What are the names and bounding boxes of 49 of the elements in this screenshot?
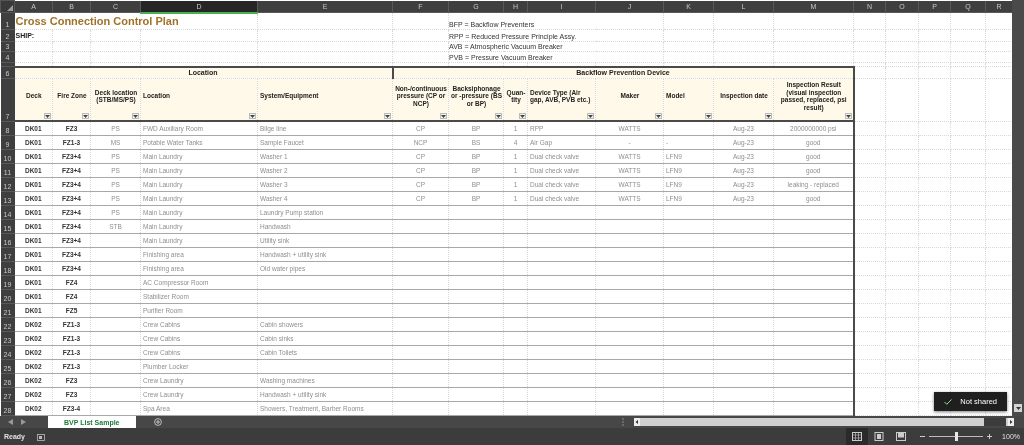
page-icon bbox=[874, 432, 885, 441]
corner-triangle-icon bbox=[7, 5, 13, 11]
filter-button[interactable] bbox=[495, 113, 502, 119]
zoom-out-icon[interactable] bbox=[920, 434, 926, 439]
filter-button[interactable] bbox=[82, 113, 89, 119]
scroll-left-icon[interactable] bbox=[633, 418, 640, 426]
caret-icon bbox=[520, 114, 525, 118]
caret-icon bbox=[250, 114, 255, 118]
filter-button[interactable] bbox=[765, 113, 772, 119]
filter-button[interactable] bbox=[440, 113, 447, 119]
horizontal-scrollbar[interactable] bbox=[633, 418, 1014, 426]
caret-icon bbox=[1015, 406, 1021, 410]
filter-button[interactable] bbox=[519, 113, 526, 119]
sheet-title: Cross Connection Control Plan bbox=[14, 14, 179, 27]
filter-button[interactable] bbox=[132, 113, 139, 119]
filter-button[interactable] bbox=[587, 113, 594, 119]
normal-view-button[interactable] bbox=[846, 428, 869, 445]
caret-icon bbox=[83, 114, 88, 118]
caret-icon bbox=[845, 114, 851, 118]
filter-button[interactable] bbox=[384, 113, 391, 119]
filter-button[interactable] bbox=[44, 113, 51, 119]
filter-button[interactable] bbox=[249, 113, 256, 119]
filter-button[interactable] bbox=[655, 113, 662, 119]
filter-button[interactable] bbox=[705, 113, 712, 119]
check-icon bbox=[944, 398, 953, 405]
caret-icon bbox=[441, 114, 446, 118]
previous-sheet-icon[interactable] bbox=[8, 419, 13, 425]
scroll-down-button[interactable] bbox=[1014, 404, 1022, 412]
splitter-handle-icon[interactable] bbox=[621, 418, 624, 426]
zoom-in-icon[interactable] bbox=[987, 434, 993, 439]
filter-button[interactable] bbox=[844, 113, 852, 119]
vertical-scrollbar[interactable] bbox=[1012, 0, 1024, 416]
caret-icon bbox=[133, 114, 138, 118]
select-all-corner[interactable] bbox=[0, 0, 15, 13]
add-sheet-icon[interactable] bbox=[153, 418, 162, 426]
zoom-slider-thumb[interactable] bbox=[955, 432, 959, 441]
caret-icon bbox=[496, 114, 501, 118]
scrollbar-thumb[interactable] bbox=[983, 418, 1006, 426]
caret-icon bbox=[656, 114, 661, 118]
macro-record-icon[interactable] bbox=[37, 432, 45, 441]
next-sheet-icon[interactable] bbox=[21, 419, 26, 425]
caret-icon bbox=[706, 114, 711, 118]
caret-icon bbox=[766, 114, 771, 118]
caret-icon bbox=[45, 114, 50, 118]
caret-icon bbox=[385, 114, 390, 118]
grid-icon bbox=[852, 432, 863, 441]
scroll-right-icon[interactable] bbox=[1007, 418, 1014, 426]
page-break-icon bbox=[896, 432, 907, 441]
caret-icon bbox=[588, 114, 593, 118]
